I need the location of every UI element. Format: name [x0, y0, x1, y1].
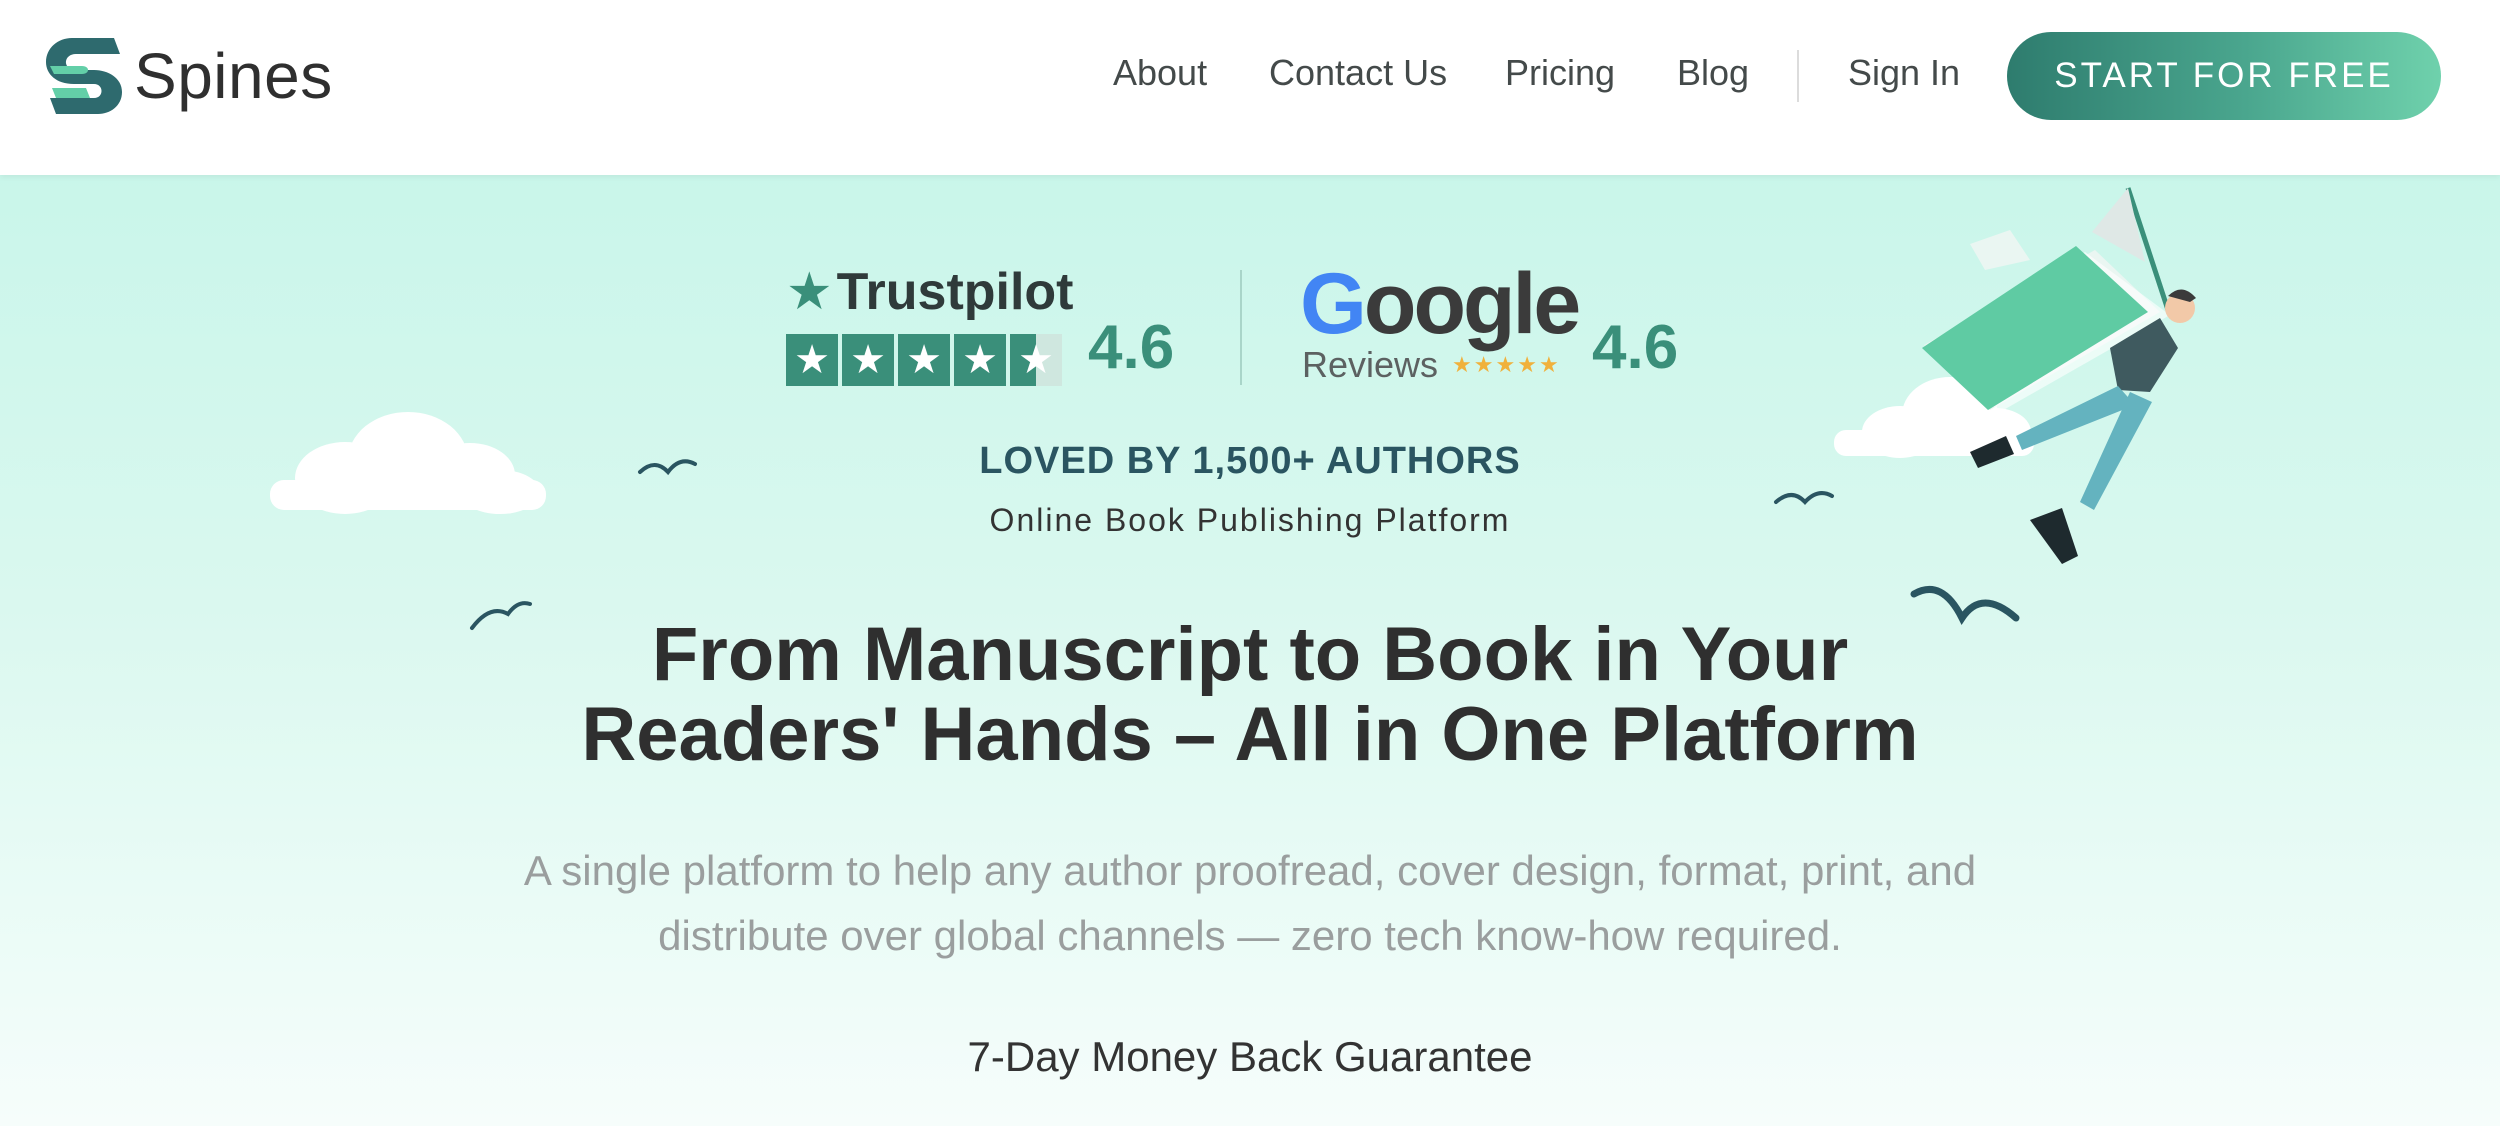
trustpilot-star-icon: ★ — [786, 263, 833, 321]
half-star-icon: ★ — [1010, 334, 1062, 386]
hero-headline: From Manuscript to Book in Your Readers'… — [0, 615, 2500, 775]
rating-divider — [1240, 270, 1242, 385]
star-icon: ★ — [786, 334, 838, 386]
google-stars-icon: ★★★★★ — [1452, 352, 1561, 377]
star-icon: ★ — [954, 334, 1006, 386]
logo-text: Spines — [134, 40, 333, 112]
star-icon: ★ — [898, 334, 950, 386]
start-for-free-button[interactable]: START FOR FREE — [2007, 32, 2441, 120]
star-icon: ★ — [842, 334, 894, 386]
nav-contact-us[interactable]: Contact Us — [1269, 52, 1447, 94]
google-logo: Google — [1300, 256, 1581, 352]
hero-subheading: A single platform to help any author pro… — [523, 847, 1977, 959]
nav-divider — [1797, 50, 1799, 102]
money-back-guarantee: 7-Day Money Back Guarantee — [967, 1033, 1533, 1080]
trustpilot-name: Trustpilot — [836, 263, 1074, 321]
trustpilot-stars: ★ ★ ★ ★ ★ — [786, 334, 1066, 386]
spines-logo-icon — [46, 38, 122, 114]
google-score: 4.6 — [1592, 313, 1679, 382]
trustpilot-score: 4.6 — [1088, 313, 1175, 382]
platform-tagline: Online Book Publishing Platform — [989, 502, 1511, 538]
headline-line-2: Readers' Hands – All in One Platform — [581, 692, 1919, 777]
headline-line-1: From Manuscript to Book in Your — [651, 612, 1849, 697]
loved-by-authors: LOVED BY 1,500+ AUTHORS — [979, 440, 1521, 482]
nav-sign-in[interactable]: Sign In — [1848, 52, 1960, 94]
nav-about[interactable]: About — [1113, 52, 1207, 94]
google-reviews-label: Reviews — [1302, 344, 1439, 385]
nav-blog[interactable]: Blog — [1677, 52, 1749, 94]
spines-logo[interactable]: Spines — [42, 36, 333, 116]
nav-pricing[interactable]: Pricing — [1505, 52, 1615, 94]
site-header: Spines About Contact Us Pricing Blog Sig… — [0, 0, 2500, 175]
